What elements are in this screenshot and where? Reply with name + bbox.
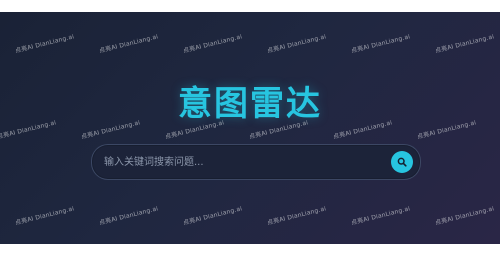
search-icon bbox=[397, 157, 407, 167]
watermark-text: 点亮AI DianLiang.ai bbox=[14, 205, 75, 227]
watermark-text: 点亮AI DianLiang.ai bbox=[98, 205, 159, 227]
watermark-text: 点亮AI DianLiang.ai bbox=[266, 205, 327, 227]
watermark-text: 点亮AI DianLiang.ai bbox=[182, 205, 243, 227]
watermark-text: 点亮AI DianLiang.ai bbox=[14, 33, 75, 55]
watermark-text: 点亮AI DianLiang.ai bbox=[434, 33, 495, 55]
watermark-text: 点亮AI DianLiang.ai bbox=[434, 205, 495, 227]
watermark-text: 点亮AI DianLiang.ai bbox=[98, 33, 159, 55]
watermark-text: 点亮AI DianLiang.ai bbox=[182, 33, 243, 55]
search-button[interactable] bbox=[391, 151, 413, 173]
watermark-text: 点亮AI DianLiang.ai bbox=[350, 205, 411, 227]
watermark-layer: 点亮AI DianLiang.ai 点亮AI DianLiang.ai 点亮AI… bbox=[0, 12, 500, 244]
watermark-text: 点亮AI DianLiang.ai bbox=[266, 33, 327, 55]
app-stage: 点亮AI DianLiang.ai 点亮AI DianLiang.ai 点亮AI… bbox=[0, 12, 500, 244]
page-title: 意图雷达 bbox=[178, 84, 322, 124]
search-input[interactable] bbox=[104, 145, 374, 179]
watermark-text: 点亮AI DianLiang.ai bbox=[350, 33, 411, 55]
search-bar bbox=[91, 144, 421, 180]
